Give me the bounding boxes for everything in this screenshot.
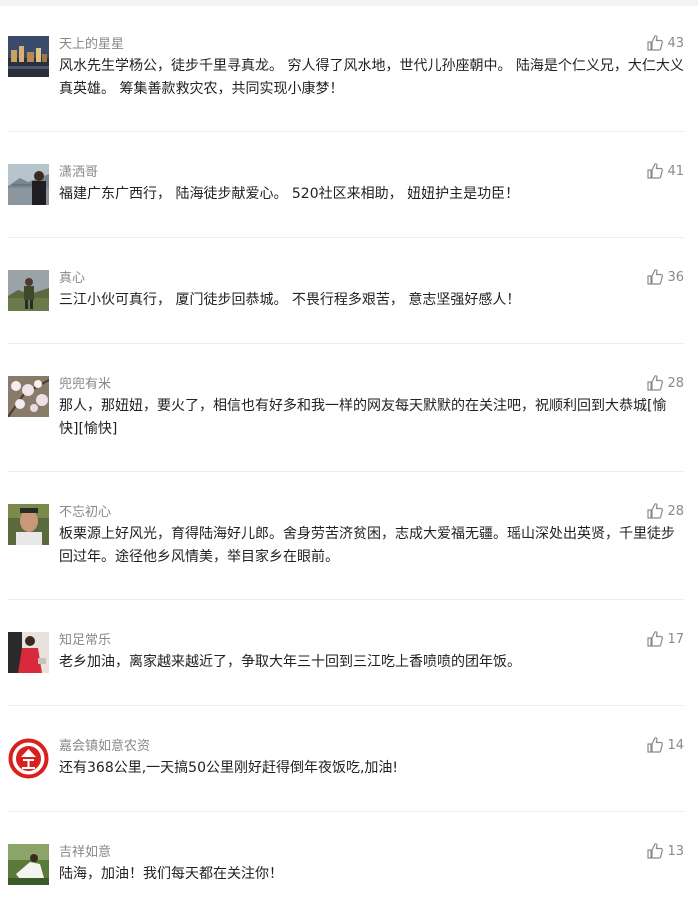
avatar[interactable]	[8, 844, 49, 885]
thumbs-up-icon	[647, 35, 664, 51]
thumbs-up-icon	[647, 163, 664, 179]
like-button[interactable]: 14	[646, 734, 684, 756]
username[interactable]: 真心	[59, 270, 85, 288]
comment-text: 还有368公里,一天搞50公里刚好赶得倒年夜饭吃,加油!	[59, 760, 399, 776]
like-button[interactable]: 41	[646, 160, 684, 182]
comment-text: 风水先生学杨公，徒步千里寻真龙。 穷人得了风水地，世代儿孙座朝中。 陆海是个仁义…	[59, 58, 684, 97]
like-button[interactable]: 17	[646, 628, 684, 650]
avatar[interactable]	[8, 164, 49, 205]
like-count: 36	[667, 269, 684, 285]
avatar[interactable]	[8, 738, 49, 779]
username[interactable]: 不忘初心	[59, 504, 111, 522]
thumbs-up-icon	[647, 503, 664, 519]
divider	[8, 599, 684, 600]
username[interactable]: 嘉会镇如意农资	[59, 738, 150, 756]
username[interactable]: 潇洒哥	[59, 164, 98, 182]
thumbs-up-icon	[647, 269, 664, 285]
like-count: 41	[667, 163, 684, 179]
like-button[interactable]: 43	[646, 32, 684, 54]
like-button[interactable]: 36	[646, 266, 684, 288]
avatar[interactable]	[8, 36, 49, 77]
divider	[8, 705, 684, 706]
comment-text: 那人，那妞妞，要火了，相信也有好多和我一样的网友每天默默的在关注吧，祝顺利回到大…	[59, 398, 667, 437]
divider	[8, 471, 684, 472]
like-count: 14	[667, 737, 684, 753]
like-button[interactable]: 13	[646, 840, 684, 862]
avatar[interactable]	[8, 376, 49, 417]
username[interactable]: 知足常乐	[59, 632, 111, 650]
comment-list: 天上的星星 43 风水先生学杨公，徒步千里寻真龙。 穷人得了风水地，世代儿孙座朝…	[0, 0, 698, 910]
like-count: 28	[667, 375, 684, 391]
username[interactable]: 天上的星星	[59, 36, 124, 54]
like-count: 13	[667, 843, 684, 859]
like-count: 43	[667, 35, 684, 51]
thumbs-up-icon	[647, 375, 664, 391]
like-count: 17	[667, 631, 684, 647]
avatar[interactable]	[8, 632, 49, 673]
comment-text: 板栗源上好风光，育得陆海好儿郎。舍身劳苦济贫困，志成大爱福无疆。瑶山深处出英贤，…	[59, 526, 675, 565]
thumbs-up-icon	[647, 631, 664, 647]
thumbs-up-icon	[647, 843, 664, 859]
username[interactable]: 吉祥如意	[59, 844, 111, 862]
divider	[8, 343, 684, 344]
thumbs-up-icon	[647, 737, 664, 753]
like-button[interactable]: 28	[646, 500, 684, 522]
divider	[8, 811, 684, 812]
divider	[8, 131, 684, 132]
avatar[interactable]	[8, 270, 49, 311]
comment-text: 老乡加油，离家越来越近了，争取大年三十回到三江吃上香喷喷的团年饭。	[59, 654, 521, 670]
comment-text: 陆海，加油！我们每天都在关注你！	[59, 866, 283, 882]
username[interactable]: 兜兜有米	[59, 376, 111, 394]
comment-text: 三江小伙可真行， 厦门徒步回恭城。 不畏行程多艰苦， 意志坚强好感人！	[59, 292, 521, 308]
like-count: 28	[667, 503, 684, 519]
comment-text: 福建广东广西行， 陆海徒步献爱心。 520社区来相助， 妞妞护主是功臣！	[59, 186, 520, 202]
avatar[interactable]	[8, 504, 49, 545]
like-button[interactable]: 28	[646, 372, 684, 394]
divider	[8, 237, 684, 238]
